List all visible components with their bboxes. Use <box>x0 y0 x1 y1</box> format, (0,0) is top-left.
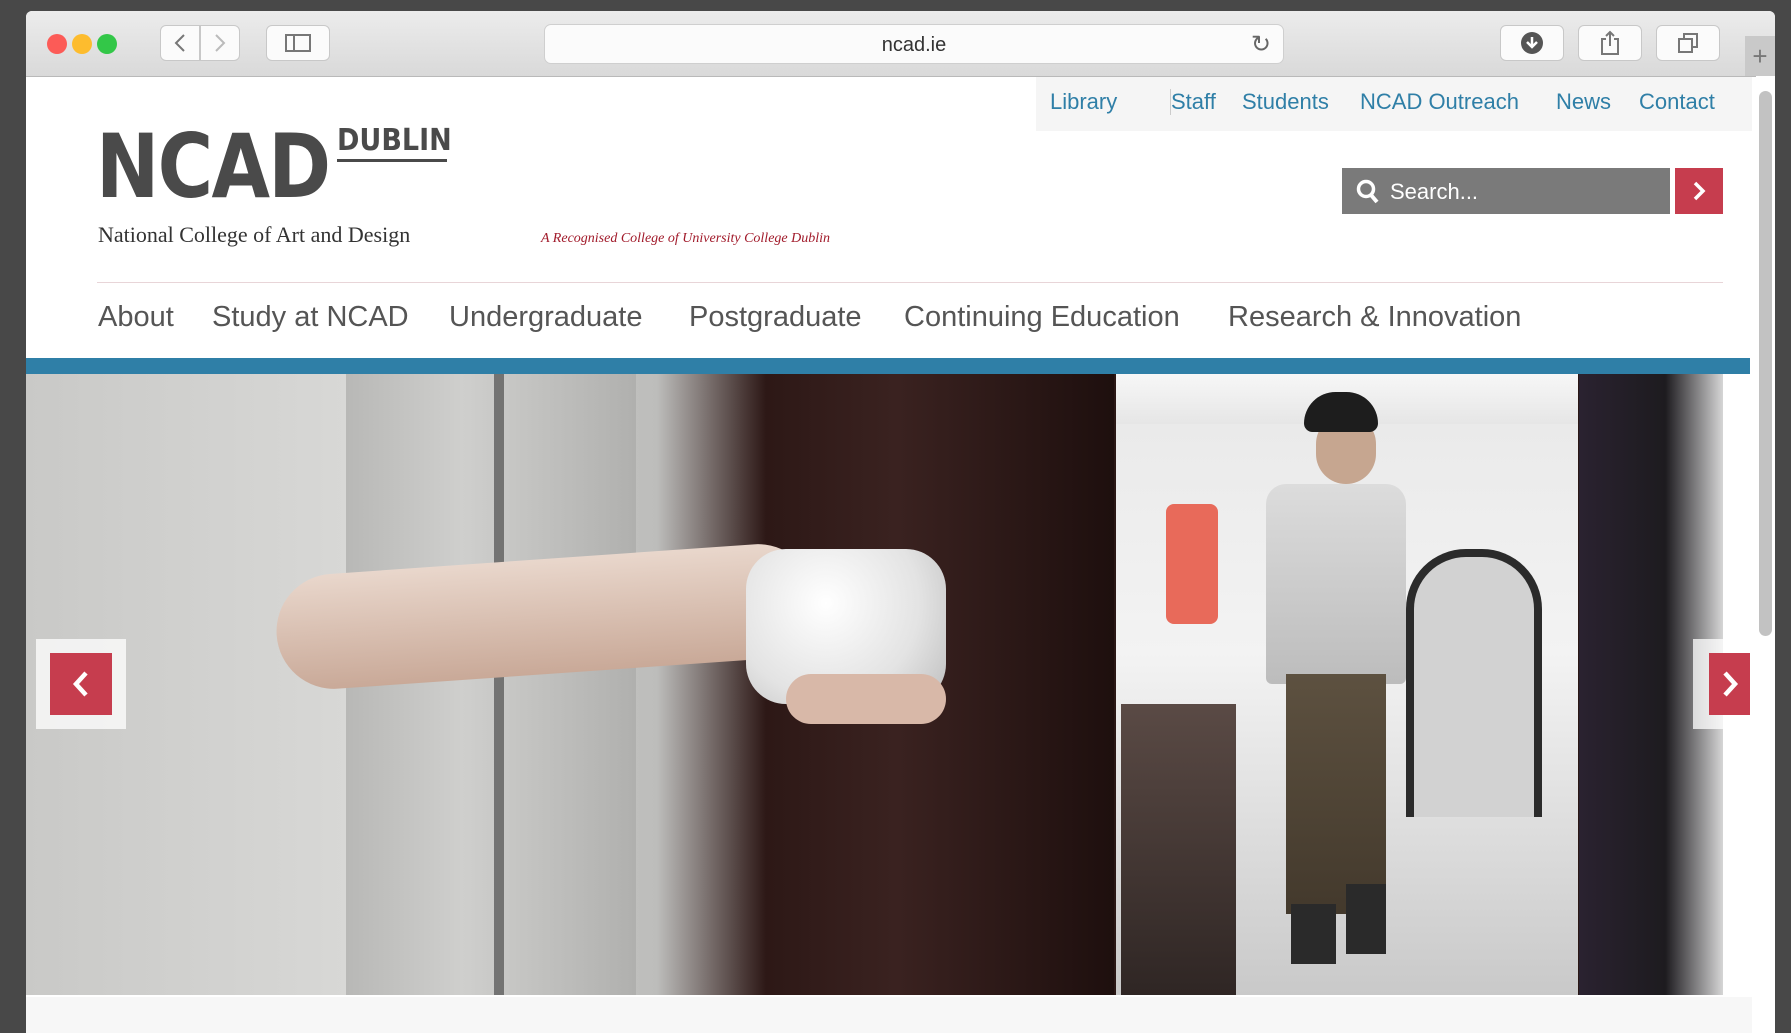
minimize-window-button[interactable] <box>72 34 92 54</box>
search-input[interactable]: Search... <box>1342 168 1670 214</box>
forward-icon <box>215 34 226 52</box>
util-link-students[interactable]: Students <box>1242 89 1329 115</box>
logo-dublin: DUBLIN <box>337 123 452 158</box>
nav-about[interactable]: About <box>98 301 174 334</box>
chevron-right-icon <box>1693 181 1706 201</box>
header-divider <box>97 282 1723 283</box>
new-tab-icon[interactable]: + <box>1745 36 1775 76</box>
hero-carousel <box>26 374 1723 995</box>
browser-window: ncad.ie ↻ + Library Staff Students NCAD … <box>26 11 1775 1033</box>
share-icon <box>1601 30 1619 55</box>
maximize-window-button[interactable] <box>97 34 117 54</box>
util-link-staff[interactable]: Staff <box>1171 89 1216 115</box>
back-button[interactable] <box>160 25 200 61</box>
logo-ncad[interactable]: NCAD <box>96 115 331 218</box>
search-submit-button[interactable] <box>1675 168 1723 214</box>
slide-image-hand-holding-jar <box>26 374 1114 995</box>
logo-subtitle: National College of Art and Design <box>98 222 411 247</box>
sidebar-toggle-button[interactable] <box>266 25 330 61</box>
next-slide-button[interactable] <box>1709 653 1750 715</box>
logo-rule <box>337 159 447 162</box>
nav-undergraduate[interactable]: Undergraduate <box>449 301 642 334</box>
download-icon <box>1521 32 1543 54</box>
url-text: ncad.ie <box>881 34 947 56</box>
search-icon <box>1356 179 1379 204</box>
address-bar[interactable]: ncad.ie ↻ <box>544 24 1284 64</box>
web-page: Library Staff Students NCAD Outreach New… <box>26 77 1752 1033</box>
downloads-button[interactable] <box>1500 25 1564 61</box>
util-link-library[interactable]: Library <box>1050 89 1117 115</box>
sidebar-icon <box>285 34 311 52</box>
content-area <box>26 997 1752 1033</box>
back-icon <box>174 34 185 52</box>
util-link-ncad-outreach[interactable]: NCAD Outreach <box>1360 89 1519 115</box>
nav-continuing-education[interactable]: Continuing Education <box>904 301 1180 334</box>
tabs-icon <box>1678 33 1698 53</box>
reload-icon[interactable]: ↻ <box>1251 30 1271 59</box>
forward-button[interactable] <box>200 25 240 61</box>
browser-toolbar: ncad.ie ↻ + <box>26 11 1775 77</box>
ucd-recognition-text: A Recognised College of University Colle… <box>541 231 831 246</box>
close-window-button[interactable] <box>47 34 67 54</box>
nav-study-at-ncad[interactable]: Study at NCAD <box>212 301 409 334</box>
search-placeholder: Search... <box>1390 179 1479 204</box>
util-link-contact[interactable]: Contact <box>1639 89 1715 115</box>
nav-postgraduate[interactable]: Postgraduate <box>689 301 862 334</box>
slide-image-student-in-studio <box>1116 374 1578 995</box>
tabs-overview-button[interactable] <box>1656 25 1720 61</box>
scrollbar-thumb[interactable] <box>1759 91 1772 636</box>
chevron-left-icon <box>72 671 88 697</box>
nav-research-innovation[interactable]: Research & Innovation <box>1228 301 1521 334</box>
chevron-right-icon <box>1722 671 1738 697</box>
share-button[interactable] <box>1578 25 1642 61</box>
prev-slide-button[interactable] <box>50 653 112 715</box>
nav-accent-bar <box>26 358 1750 374</box>
util-link-news[interactable]: News <box>1556 89 1611 115</box>
